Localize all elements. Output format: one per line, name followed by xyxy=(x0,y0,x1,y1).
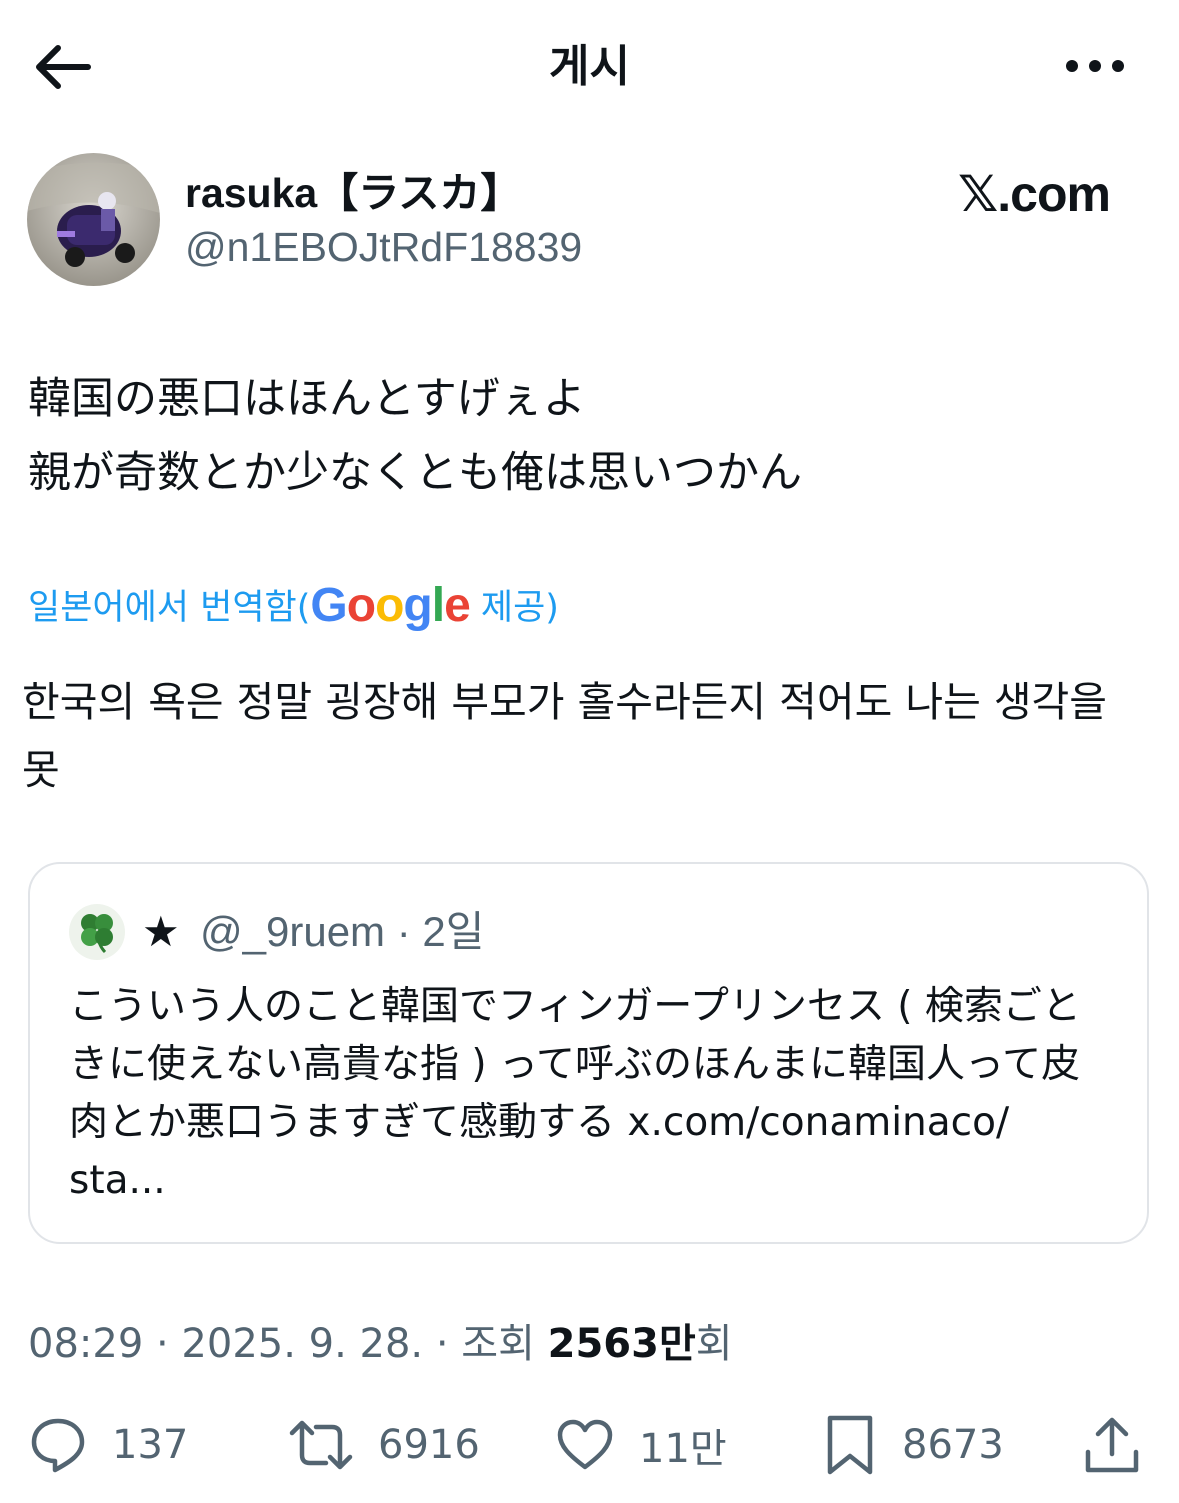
tweet-line: 韓国の悪口はほんとすげぇよ xyxy=(28,374,586,424)
separator: · xyxy=(385,908,423,955)
share-icon xyxy=(1085,1417,1139,1473)
more-dots-icon xyxy=(1066,60,1124,72)
star-icon: ★ xyxy=(142,908,180,955)
timestamp[interactable]: 08:29 · 2025. 9. 28. · 조회 xyxy=(28,1321,548,1367)
clover-icon xyxy=(69,904,125,960)
translation-link[interactable]: 일본어에서 번역함(Google 제공) xyxy=(28,578,559,636)
bookmark-count: 8673 xyxy=(902,1422,1004,1468)
quote-handle-time: @_9ruem · 2일 xyxy=(200,904,484,960)
quote-line: こういう人のこと韓国でフィンガープリンセス ( 検索ごと xyxy=(69,984,1081,1029)
view-suffix: 회 xyxy=(695,1321,733,1367)
tweet-meta: 08:29 · 2025. 9. 28. · 조회 2563만회 xyxy=(28,1316,733,1372)
author-handle[interactable]: @n1EBOJtRdF18839 xyxy=(185,222,582,272)
translated-text: 한국의 욕은 정말 굉장해 부모가 홀수라든지 적어도 나는 생각을 못 xyxy=(22,678,1107,794)
tweet-text: 韓国の悪口はほんとすげぇよ 親が奇数とか少なくとも俺は思いつかん xyxy=(28,362,1148,510)
quote-line: 肉とか悪口うますぎて感動する x.com/conaminaco/ xyxy=(69,1100,1010,1145)
share-button[interactable] xyxy=(1082,1412,1142,1478)
translation-suffix: 제공) xyxy=(469,588,559,628)
repost-count: 6916 xyxy=(378,1422,480,1468)
quote-line: sta... xyxy=(69,1158,166,1203)
like-count: 11만 xyxy=(639,1426,727,1472)
reply-icon xyxy=(31,1418,85,1473)
more-button[interactable] xyxy=(1060,44,1130,88)
google-logo: Google xyxy=(310,579,470,632)
reply-count: 137 xyxy=(112,1422,189,1468)
author-display-name[interactable]: rasuka【ラスカ】 xyxy=(185,168,521,218)
repost-button[interactable]: 6916 xyxy=(288,1412,480,1478)
heart-icon xyxy=(557,1419,613,1470)
x-watermark: 𝕏.com xyxy=(958,166,1111,222)
quote-time: 2일 xyxy=(422,908,485,955)
view-count: 2563만 xyxy=(547,1321,696,1367)
quote-handle: @_9ruem xyxy=(200,908,386,955)
translation-label: 일본어에서 번역함( xyxy=(28,588,311,628)
bookmark-button[interactable]: 8673 xyxy=(822,1412,1004,1478)
author-avatar[interactable] xyxy=(27,153,160,286)
quote-text: こういう人のこと韓国でフィンガープリンセス ( 検索ごと きに使えない高貴な指 … xyxy=(69,978,1119,1210)
reply-button[interactable]: 137 xyxy=(28,1412,188,1478)
bookmark-icon xyxy=(827,1415,873,1475)
quote-line: きに使えない高貴な指 ) って呼ぶのほんまに韓国人って皮 xyxy=(69,1042,1081,1087)
page-title: 게시 xyxy=(549,42,630,91)
quote-tweet-card[interactable]: ★ @_9ruem · 2일 こういう人のこと韓国でフィンガープリンセス ( 検… xyxy=(28,862,1149,1244)
quote-avatar xyxy=(69,904,125,960)
like-button[interactable]: 11만 xyxy=(555,1412,727,1478)
tweet-line: 親が奇数とか少なくとも俺は思いつかん xyxy=(28,448,802,498)
repost-icon xyxy=(289,1420,353,1470)
